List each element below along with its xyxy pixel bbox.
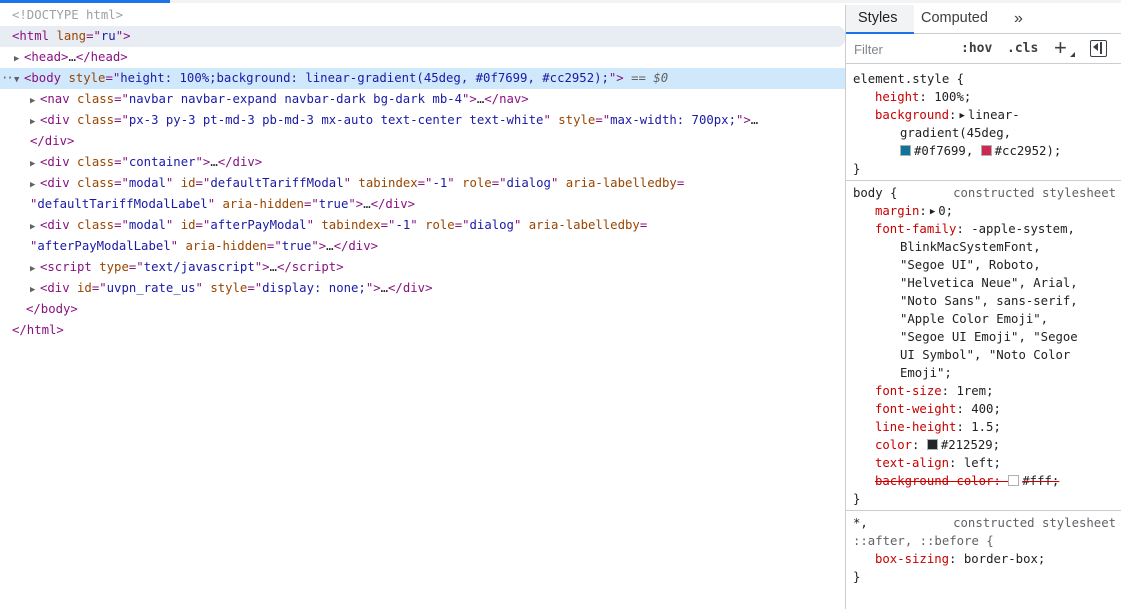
more-actions-dots-icon[interactable]: ··	[1, 68, 14, 89]
filter-input[interactable]	[850, 39, 948, 59]
declaration-margin[interactable]: margin: ▶ 0;	[853, 202, 1121, 220]
declaration-color[interactable]: color: #212529;	[853, 436, 1121, 454]
expand-triangle-icon[interactable]: ▶	[30, 217, 40, 238]
element-style-rule: element.style { height: 100%; background…	[846, 67, 1121, 181]
tag-name: html	[19, 29, 50, 43]
color-swatch[interactable]	[926, 439, 938, 450]
color-swatch[interactable]	[980, 145, 992, 156]
new-style-rule-plus-icon[interactable]: +	[1054, 35, 1067, 61]
modal-after-pay-node-cont[interactable]: "afterPayModalLabel" aria-hidden="true">…	[0, 236, 845, 257]
declaration-text-align[interactable]: text-align: left;	[853, 454, 1121, 472]
color-swatch[interactable]	[900, 145, 911, 156]
expand-triangle-icon[interactable]: ▶	[30, 154, 40, 175]
doctype-text: <!DOCTYPE html>	[12, 8, 124, 22]
expand-triangle-icon[interactable]: ▶	[30, 259, 40, 280]
modal-default-tariff-node[interactable]: ▶ <div class="modal" id="defaultTariffMod…	[0, 173, 845, 194]
universal-rule: *, constructed stylesheet ::after, ::befo…	[846, 511, 1121, 588]
collapse-triangle-icon[interactable]: ▼	[14, 70, 24, 91]
styles-sidebar: Styles Computed » :hov .cls + element.st…	[845, 5, 1121, 609]
expand-triangle-icon[interactable]: ▶	[30, 91, 40, 112]
modal-default-tariff-node-cont[interactable]: "defaultTariffModalLabel" aria-hidden="t…	[0, 194, 845, 215]
hero-div-node[interactable]: ▶ <div class="px-3 py-3 pt-md-3 pb-md-3 m…	[0, 110, 845, 131]
rule-origin[interactable]: constructed stylesheet	[953, 514, 1116, 532]
cls-toggle-button[interactable]: .cls	[1007, 39, 1038, 59]
rate-us-node[interactable]: ▶ <div id="uvpn_rate_us" style="display: …	[0, 278, 845, 299]
new-rule-menu-corner-icon[interactable]	[1070, 52, 1075, 57]
expand-triangle-icon[interactable]: ▶	[30, 112, 40, 133]
declaration-font-family[interactable]: font-family: -apple-system,	[853, 220, 1121, 238]
attr-value: ru	[100, 29, 116, 43]
rule-selector[interactable]: body {	[853, 186, 897, 200]
body-close[interactable]: </body>	[0, 299, 845, 320]
declaration-background[interactable]: background: ▶ linear-	[853, 106, 1121, 124]
body-rule: body {constructed stylesheet margin: ▶ 0; …	[846, 181, 1121, 511]
body-node[interactable]: ·· ▼ <body style="height: 100%;background…	[0, 68, 845, 89]
declaration-font-size[interactable]: font-size: 1rem;	[853, 382, 1121, 400]
toggle-sidebar-icon[interactable]	[1090, 40, 1107, 57]
head-node[interactable]: ▶ <head>…</head>	[0, 47, 845, 68]
html-close[interactable]: </html>	[0, 320, 845, 341]
rule-origin[interactable]: constructed stylesheet	[953, 184, 1116, 202]
expand-triangle-icon[interactable]: ▶	[30, 175, 40, 196]
nav-node[interactable]: ▶ <nav class="navbar navbar-expand navbar…	[0, 89, 845, 110]
expand-triangle-icon[interactable]: ▶	[30, 280, 40, 301]
more-tabs-chevron-icon[interactable]: »	[1014, 5, 1034, 34]
expand-triangle-icon[interactable]: ▶	[14, 49, 24, 70]
declaration-height[interactable]: height: 100%;	[853, 88, 1121, 106]
script-node[interactable]: ▶ <script type="text/javascript">…</scrip…	[0, 257, 845, 278]
attr-name: lang	[56, 29, 87, 43]
declaration-line-height[interactable]: line-height: 1.5;	[853, 418, 1121, 436]
styles-toolbar: :hov .cls +	[846, 34, 1121, 64]
console-ref: == $0	[631, 71, 669, 85]
declaration-font-weight[interactable]: font-weight: 400;	[853, 400, 1121, 418]
hov-toggle-button[interactable]: :hov	[961, 39, 992, 59]
expand-triangle-icon[interactable]: ▶	[930, 203, 935, 221]
style-rules: element.style { height: 100%; background…	[846, 67, 1121, 588]
tab-styles[interactable]: Styles	[846, 5, 914, 34]
hero-div-close[interactable]: </div>	[0, 131, 845, 152]
doctype-node[interactable]: <!DOCTYPE html>	[0, 5, 845, 26]
devtools-top-bar	[0, 0, 1121, 3]
html-node[interactable]: <html lang="ru">	[0, 26, 845, 47]
expand-triangle-icon[interactable]: ▶	[959, 107, 964, 125]
rule-selector[interactable]: element.style {	[853, 72, 964, 86]
modal-after-pay-node[interactable]: ▶ <div class="modal" id="afterPayModal" t…	[0, 215, 845, 236]
body-style-value: height: 100%;background: linear-gradient…	[120, 71, 609, 85]
tab-computed[interactable]: Computed	[921, 5, 1001, 34]
declaration-box-sizing[interactable]: box-sizing: border-box;	[853, 550, 1121, 568]
sidebar-tabs: Styles Computed »	[846, 5, 1121, 34]
elements-tree[interactable]: <!DOCTYPE html> <html lang="ru"> ▶ <head>…	[0, 5, 845, 609]
rule-selector[interactable]: *,	[853, 516, 868, 530]
active-panel-indicator	[0, 0, 170, 3]
declaration-background-color-overridden[interactable]: background-color: #fff;	[853, 472, 1121, 490]
color-swatch[interactable]	[1008, 475, 1020, 486]
container-node[interactable]: ▶ <div class="container">…</div>	[0, 152, 845, 173]
